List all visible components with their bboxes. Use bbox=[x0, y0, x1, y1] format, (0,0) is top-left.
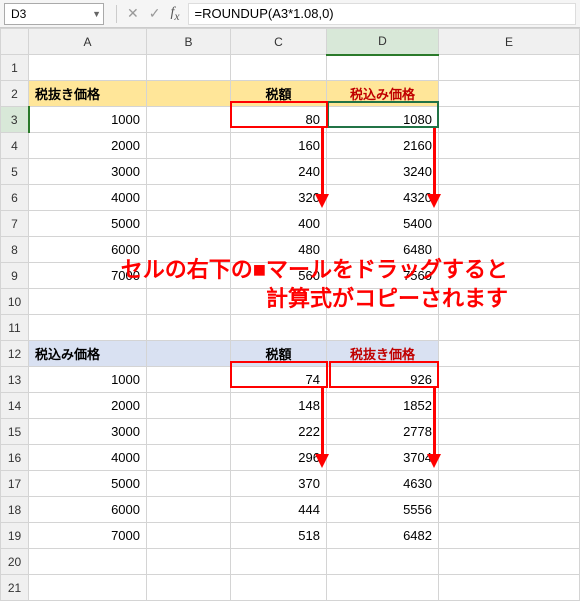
cell[interactable]: 税額 bbox=[231, 81, 327, 107]
cell[interactable]: 5000 bbox=[29, 471, 147, 497]
row-header[interactable]: 11 bbox=[1, 315, 29, 341]
formula-bar: D3 ▼ ✕ ✓ fx =ROUNDUP(A3*1.08,0) bbox=[0, 0, 580, 28]
cell[interactable]: 2160 bbox=[327, 133, 439, 159]
formula-input[interactable]: =ROUNDUP(A3*1.08,0) bbox=[188, 3, 576, 25]
row-header[interactable]: 14 bbox=[1, 393, 29, 419]
row-header[interactable]: 2 bbox=[1, 81, 29, 107]
cell[interactable]: 5000 bbox=[29, 211, 147, 237]
cell[interactable]: 5400 bbox=[327, 211, 439, 237]
annotation-text: セルの右下の■マールをドラッグすると 計算式がコピーされます bbox=[8, 256, 508, 313]
cell[interactable]: 4000 bbox=[29, 445, 147, 471]
col-header-c[interactable]: C bbox=[231, 29, 327, 55]
cell[interactable]: 税抜き価格 bbox=[29, 81, 147, 107]
cell[interactable]: 1852 bbox=[327, 393, 439, 419]
row-header[interactable]: 13 bbox=[1, 367, 29, 393]
cell[interactable]: 222 bbox=[231, 419, 327, 445]
separator bbox=[116, 5, 117, 23]
cell[interactable]: 3000 bbox=[29, 419, 147, 445]
col-header-b[interactable]: B bbox=[147, 29, 231, 55]
cell[interactable]: 2000 bbox=[29, 133, 147, 159]
formula-text: =ROUNDUP(A3*1.08,0) bbox=[195, 6, 334, 21]
row-header[interactable]: 16 bbox=[1, 445, 29, 471]
cell[interactable]: 4000 bbox=[29, 185, 147, 211]
annotation-line2: 計算式がコピーされます bbox=[8, 285, 508, 314]
col-header-a[interactable]: A bbox=[29, 29, 147, 55]
row-header[interactable]: 15 bbox=[1, 419, 29, 445]
cell[interactable]: 370 bbox=[231, 471, 327, 497]
row-header[interactable]: 7 bbox=[1, 211, 29, 237]
cell[interactable]: 240 bbox=[231, 159, 327, 185]
cell[interactable]: 4320 bbox=[327, 185, 439, 211]
cell[interactable]: 74 bbox=[231, 367, 327, 393]
formula-bar-buttons: ✕ ✓ fx bbox=[108, 5, 188, 23]
enter-icon[interactable]: ✓ bbox=[149, 5, 161, 22]
row-header[interactable]: 21 bbox=[1, 575, 29, 601]
annotation-line1: セルの右下の■マールをドラッグすると bbox=[8, 256, 508, 285]
row-header[interactable]: 17 bbox=[1, 471, 29, 497]
cell[interactable]: 444 bbox=[231, 497, 327, 523]
col-header-e[interactable]: E bbox=[439, 29, 580, 55]
cell[interactable]: 6482 bbox=[327, 523, 439, 549]
cell[interactable]: 3000 bbox=[29, 159, 147, 185]
cell[interactable]: 296 bbox=[231, 445, 327, 471]
cell[interactable]: 400 bbox=[231, 211, 327, 237]
cell[interactable]: 148 bbox=[231, 393, 327, 419]
row-header[interactable]: 6 bbox=[1, 185, 29, 211]
cell[interactable]: 160 bbox=[231, 133, 327, 159]
cell[interactable]: 6000 bbox=[29, 497, 147, 523]
row-header[interactable]: 1 bbox=[1, 55, 29, 81]
cell[interactable]: 5556 bbox=[327, 497, 439, 523]
row-header[interactable]: 18 bbox=[1, 497, 29, 523]
cell[interactable]: 518 bbox=[231, 523, 327, 549]
cell[interactable]: 税込み価格 bbox=[327, 81, 439, 107]
spreadsheet[interactable]: A B C D E 1 2 税抜き価格 税額 税込み価格 3 1000 80 1… bbox=[0, 28, 580, 601]
col-header-d[interactable]: D bbox=[327, 29, 439, 55]
cell[interactable]: 7000 bbox=[29, 523, 147, 549]
cell[interactable]: 80 bbox=[231, 107, 327, 133]
row-header[interactable]: 4 bbox=[1, 133, 29, 159]
cell[interactable]: 1080 bbox=[327, 107, 439, 133]
cell[interactable]: 2000 bbox=[29, 393, 147, 419]
cancel-icon[interactable]: ✕ bbox=[127, 5, 139, 22]
cell[interactable]: 320 bbox=[231, 185, 327, 211]
row-header[interactable]: 19 bbox=[1, 523, 29, 549]
name-box[interactable]: D3 ▼ bbox=[4, 3, 104, 25]
select-all-corner[interactable] bbox=[1, 29, 29, 55]
row-header[interactable]: 3 bbox=[1, 107, 29, 133]
name-box-value: D3 bbox=[11, 7, 26, 21]
row-header[interactable]: 5 bbox=[1, 159, 29, 185]
cell[interactable]: 1000 bbox=[29, 367, 147, 393]
cell[interactable]: 3704 bbox=[327, 445, 439, 471]
fx-icon[interactable]: fx bbox=[170, 5, 179, 23]
cell[interactable]: 税込み価格 bbox=[29, 341, 147, 367]
cell[interactable]: 926 bbox=[327, 367, 439, 393]
cell[interactable]: 税抜き価格 bbox=[327, 341, 439, 367]
cell[interactable]: 4630 bbox=[327, 471, 439, 497]
cell[interactable]: 税額 bbox=[231, 341, 327, 367]
cell[interactable] bbox=[147, 81, 231, 107]
cell[interactable]: 3240 bbox=[327, 159, 439, 185]
chevron-down-icon[interactable]: ▼ bbox=[92, 9, 101, 19]
row-header[interactable]: 12 bbox=[1, 341, 29, 367]
grid[interactable]: A B C D E 1 2 税抜き価格 税額 税込み価格 3 1000 80 1… bbox=[0, 28, 580, 601]
cell[interactable]: 2778 bbox=[327, 419, 439, 445]
cell[interactable]: 1000 bbox=[29, 107, 147, 133]
cell[interactable] bbox=[147, 341, 231, 367]
